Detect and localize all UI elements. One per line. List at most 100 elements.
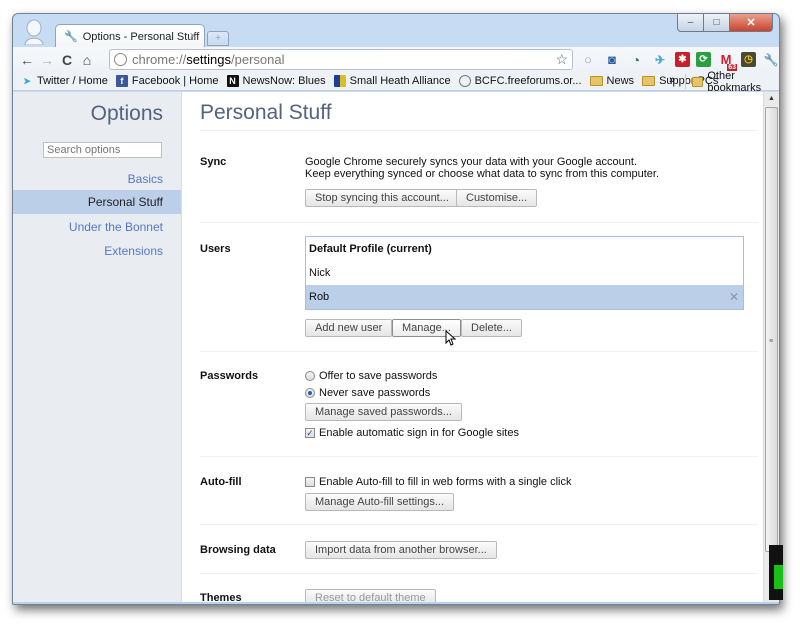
manage-autofill-button[interactable]: Manage Auto-fill settings... — [305, 493, 455, 511]
clock-extension-icon[interactable]: ◔ — [627, 52, 645, 68]
page-icon — [114, 53, 127, 66]
address-bar[interactable]: chrome://settings/personal ☆ — [109, 49, 573, 70]
newsnow-icon: N — [226, 75, 239, 87]
add-new-user-button[interactable]: Add new user — [305, 319, 393, 337]
folder-icon — [692, 76, 704, 87]
reload-button[interactable]: C — [57, 50, 77, 70]
bookmark-label: NewsNow: Blues — [242, 75, 326, 87]
lastpass-extension-icon[interactable]: ✱ — [675, 52, 690, 67]
divider — [200, 524, 758, 525]
divider — [200, 222, 758, 223]
bookmark-label: BCFC.freeforums.or... — [474, 75, 582, 87]
offer-save-passwords-radio[interactable]: Offer to save passwords — [305, 370, 437, 382]
browsing-data-section-label: Browsing data — [200, 544, 276, 556]
delete-user-button[interactable]: Delete... — [461, 319, 522, 337]
home-button[interactable]: ⌂ — [77, 50, 97, 70]
checkbox-checked-icon: ✓ — [305, 428, 315, 438]
divider — [200, 573, 758, 574]
back-button[interactable]: ← — [17, 50, 37, 70]
user-name: Rob — [309, 291, 330, 303]
bookmarks-bar: ➤ Twitter / Home f Facebook | Home N New… — [13, 70, 779, 94]
toolbar: ← → C ⌂ chrome://settings/personal ☆ ○ ◙… — [13, 47, 779, 72]
minimize-button[interactable]: – — [677, 13, 703, 32]
close-window-button[interactable]: ✕ — [729, 13, 773, 32]
url-path: /personal — [231, 52, 285, 67]
forward-button[interactable]: → — [37, 50, 57, 70]
desktop: – □ ✕ 🔧 Options - Personal Stuff × + ← →… — [0, 0, 800, 625]
camera-extension-icon[interactable]: ◙ — [603, 52, 621, 68]
sidebar-item-under-the-bonnet[interactable]: Under the Bonnet — [69, 220, 163, 234]
divider — [200, 130, 758, 131]
wrench-menu-icon[interactable]: 🔧 — [762, 52, 780, 68]
delete-user-icon[interactable]: ✕ — [729, 285, 739, 309]
bookmark-star-icon[interactable]: ☆ — [555, 51, 568, 68]
wrench-icon: 🔧 — [64, 31, 78, 43]
new-tab-button[interactable]: + — [207, 31, 229, 46]
other-bookmarks-label: Other bookmarks — [707, 69, 762, 94]
maximize-button[interactable]: □ — [703, 13, 729, 32]
bookmark-twitter[interactable]: ➤ Twitter / Home — [21, 75, 108, 87]
radio-label: Offer to save passwords — [319, 370, 438, 382]
bookmark-label: Facebook | Home — [131, 75, 219, 87]
checkbox-label: Enable Auto-fill to fill in web forms wi… — [319, 476, 572, 488]
facebook-icon: f — [115, 75, 128, 87]
user-row-nick[interactable]: Nick — [306, 261, 743, 285]
globe-icon — [458, 75, 471, 87]
sync-extension-icon[interactable]: ⟳ — [696, 52, 711, 67]
search-options-input[interactable] — [43, 142, 162, 158]
manage-saved-passwords-button[interactable]: Manage saved passwords... — [305, 403, 462, 421]
autofill-section-label: Auto-fill — [200, 476, 242, 488]
more-bookmarks-chevron-icon[interactable]: » — [669, 74, 675, 86]
sidebar-item-basics[interactable]: Basics — [128, 172, 163, 186]
sync-description-line1: Google Chrome securely syncs your data w… — [305, 156, 637, 168]
url-host: settings — [186, 52, 231, 67]
url-scheme: chrome:// — [132, 52, 187, 67]
never-save-passwords-radio[interactable]: Never save passwords — [305, 387, 430, 399]
other-bookmarks[interactable]: Other bookmarks — [685, 70, 779, 94]
customise-sync-button[interactable]: Customise... — [456, 189, 538, 207]
sidebar-title: Options — [90, 102, 163, 125]
browser-window: – □ ✕ 🔧 Options - Personal Stuff × + ← →… — [12, 13, 780, 605]
user-row-default-profile[interactable]: Default Profile (current) — [306, 237, 743, 261]
bookmark-newsnow[interactable]: N NewsNow: Blues — [226, 75, 326, 87]
scroll-up-icon[interactable]: ▲ — [764, 92, 779, 106]
reset-theme-button[interactable]: Reset to default theme — [305, 589, 436, 602]
page-content: Options Basics Personal Stuff Under the … — [13, 92, 779, 602]
divider — [200, 351, 758, 352]
bookmark-small-heath[interactable]: Small Heath Alliance — [333, 75, 451, 87]
sync-section-label: Sync — [200, 156, 227, 168]
vertical-scrollbar[interactable]: ▲ ≡ ▼ — [763, 92, 779, 602]
checkbox-icon — [305, 477, 315, 487]
sidebar-item-personal-stuff[interactable]: Personal Stuff — [13, 190, 181, 214]
bookmark-bcfc[interactable]: BCFC.freeforums.or... — [458, 75, 582, 87]
checkbox-label: Enable automatic sign in for Google site… — [319, 427, 519, 439]
gmail-extension-icon[interactable]: M 63 — [717, 52, 737, 71]
bookmark-label: Small Heath Alliance — [349, 75, 451, 87]
themes-section-label: Themes — [200, 592, 242, 602]
tab-title: Options - Personal Stuff — [82, 30, 200, 43]
users-list[interactable]: Default Profile (current) Nick Rob ✕ — [305, 236, 744, 310]
enable-autofill-checkbox[interactable]: Enable Auto-fill to fill in web forms wi… — [305, 476, 572, 488]
twitter-icon: ➤ — [23, 75, 31, 86]
tab-options[interactable]: 🔧 Options - Personal Stuff × — [55, 24, 205, 48]
scrollbar-thumb[interactable]: ≡ — [765, 107, 778, 552]
import-data-button[interactable]: Import data from another browser... — [305, 541, 497, 559]
passwords-section-label: Passwords — [200, 370, 259, 382]
options-sidebar: Options Basics Personal Stuff Under the … — [13, 92, 182, 602]
radio-icon — [305, 371, 315, 381]
sync-description-line2: Keep everything synced or choose what da… — [305, 168, 660, 180]
users-section-label: Users — [200, 243, 231, 255]
sidebar-item-extensions[interactable]: Extensions — [104, 244, 163, 258]
page-title: Personal Stuff — [200, 101, 332, 124]
search-extension-icon[interactable]: ○ — [579, 52, 597, 68]
stop-syncing-button[interactable]: Stop syncing this account... — [305, 189, 459, 207]
profile-avatar-icon[interactable] — [23, 19, 45, 45]
tab-close-icon[interactable]: × — [190, 30, 196, 42]
bookmark-label: Twitter / Home — [37, 75, 108, 87]
bookmark-facebook[interactable]: f Facebook | Home — [115, 75, 219, 87]
user-row-rob[interactable]: Rob ✕ — [306, 285, 743, 309]
auto-signin-checkbox[interactable]: ✓ Enable automatic sign in for Google si… — [305, 427, 519, 439]
bird-extension-icon[interactable]: ✈ — [651, 52, 669, 68]
speed-extension-icon[interactable]: ◷ — [741, 52, 756, 67]
bookmark-folder-news[interactable]: News — [589, 75, 634, 87]
